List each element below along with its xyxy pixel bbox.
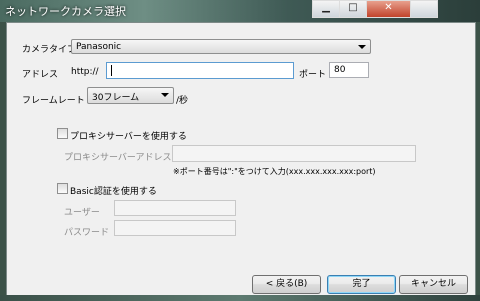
- proxy-port-note: ※ポート番号は":"をつけて入力(xxx.xxx.xxx.xxx:port): [173, 167, 376, 176]
- cancel-button[interactable]: キャンセル: [399, 275, 468, 294]
- back-button[interactable]: < 戻る(B): [252, 275, 321, 294]
- close-button[interactable]: ✕: [366, 0, 411, 18]
- maximize-button[interactable]: □: [339, 0, 367, 18]
- minimize-button[interactable]: ▁: [312, 0, 340, 18]
- close-icon: ✕: [384, 2, 393, 13]
- framerate-unit: /秒: [176, 96, 189, 106]
- minimize-icon: ▁: [322, 2, 330, 13]
- basic-auth-checkbox-label: Basic認証を使用する: [70, 187, 157, 197]
- camera-type-label: カメラタイプ: [22, 45, 77, 55]
- window-frame-bottom: [0, 295, 480, 301]
- window-title: ネットワークカメラ選択: [5, 5, 126, 18]
- http-prefix: http://: [71, 67, 99, 77]
- proxy-checkbox-label: プロキシサーバーを使用する: [70, 132, 187, 142]
- title-bar: ネットワークカメラ選択 ▁ □ ✕: [0, 0, 480, 22]
- maximize-icon: □: [348, 2, 358, 13]
- framerate-select[interactable]: 30フレーム: [87, 87, 174, 104]
- proxy-address-label: プロキシサーバーアドレス: [64, 153, 172, 163]
- dialog-client-area: カメラタイプ Panasonic アドレス http:// ポート 80 フレー…: [6, 22, 476, 297]
- address-label: アドレス: [22, 70, 59, 80]
- user-label: ユーザー: [64, 208, 100, 218]
- address-input[interactable]: [106, 62, 294, 79]
- proxy-checkbox[interactable]: [57, 128, 68, 139]
- chevron-down-icon: [358, 45, 366, 49]
- port-input-value: 80: [334, 65, 346, 75]
- window-control-extra: [410, 0, 438, 18]
- basic-auth-checkbox[interactable]: [57, 183, 68, 194]
- password-label: パスワード: [64, 228, 110, 238]
- framerate-label: フレームレート: [22, 96, 85, 106]
- port-label: ポート: [299, 70, 327, 80]
- text-caret: [111, 65, 112, 76]
- camera-type-value: Panasonic: [76, 42, 122, 52]
- chevron-down-icon: [161, 93, 169, 97]
- finish-button[interactable]: 完了: [327, 275, 396, 294]
- framerate-value: 30フレーム: [92, 93, 140, 103]
- password-input[interactable]: [114, 220, 236, 236]
- user-input[interactable]: [114, 200, 236, 216]
- proxy-address-input[interactable]: [172, 145, 416, 162]
- camera-type-select[interactable]: Panasonic: [71, 39, 371, 54]
- port-input[interactable]: 80: [329, 62, 369, 78]
